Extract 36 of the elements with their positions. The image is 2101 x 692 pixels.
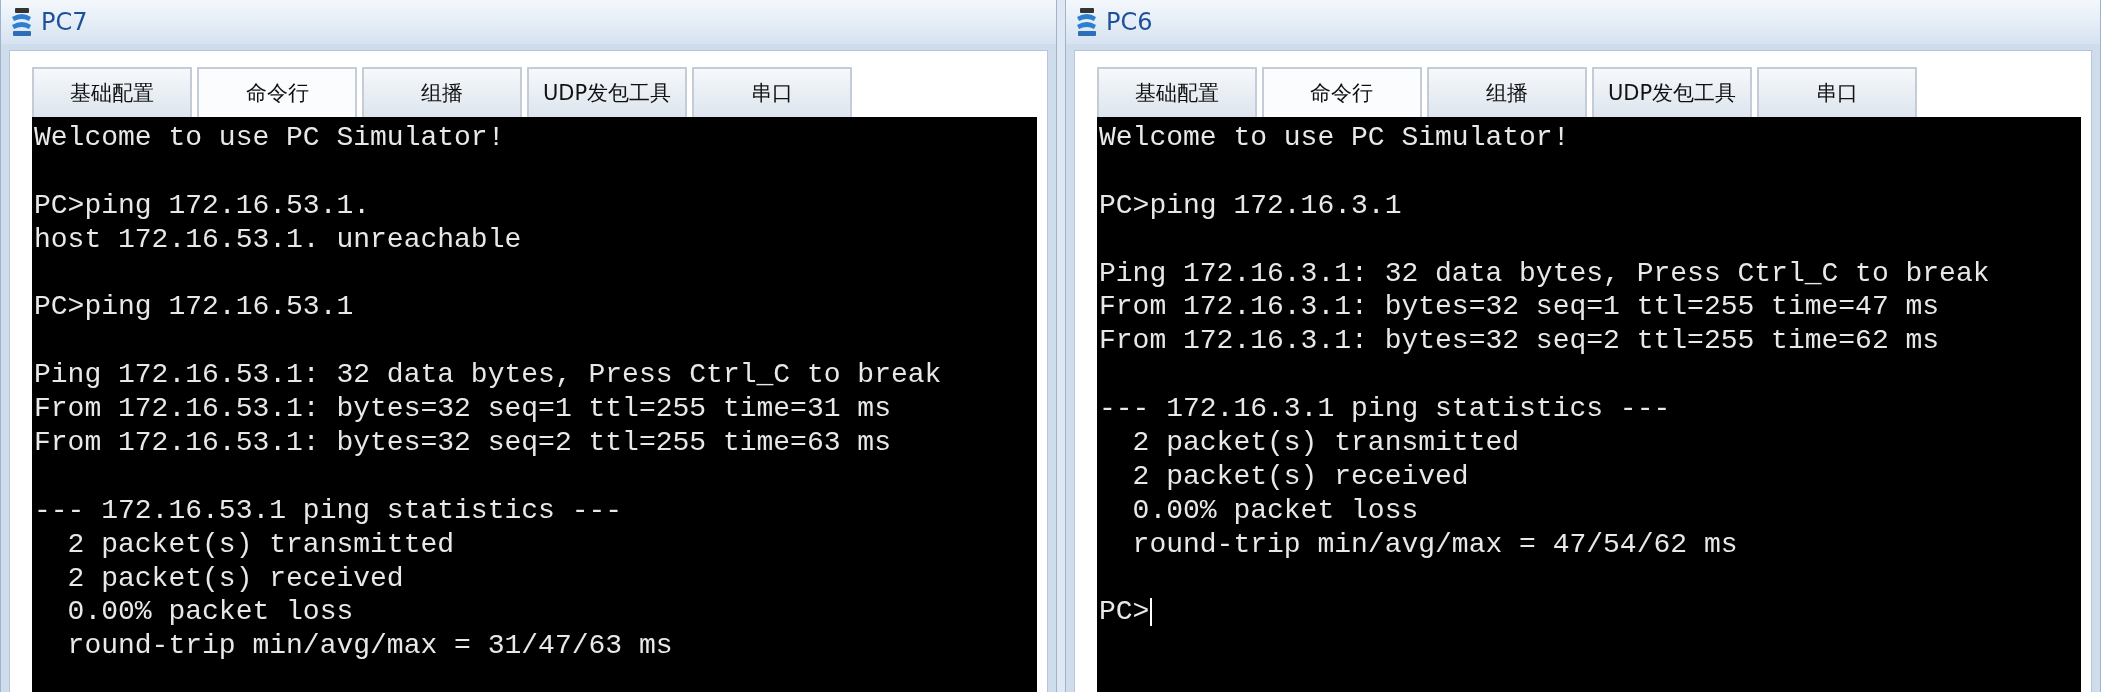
tab[interactable]: 串口 xyxy=(1757,67,1917,117)
terminal-line: 2 packet(s) transmitted xyxy=(1131,426,1520,460)
tab[interactable]: UDP发包工具 xyxy=(1592,67,1752,117)
terminal-line: round-trip min/avg/max = 31/47/63 ms xyxy=(66,629,673,664)
tab[interactable]: 基础配置 xyxy=(32,67,192,117)
terminal-line: PC>ping 172.16.3.1 xyxy=(1099,188,1402,223)
tab[interactable]: 命令行 xyxy=(1262,67,1422,117)
terminal-line: PC> xyxy=(1099,595,1150,630)
terminal-line: From 172.16.3.1: bytes=32 seq=2 ttl=255 time=62 ms xyxy=(1099,324,1940,359)
window-title: PC6 xyxy=(1106,8,1153,36)
terminal-line: host 172.16.53.1. unreachable xyxy=(34,222,522,257)
terminal-line: From 172.16.53.1: bytes=32 seq=2 ttl=255 time=63 ms xyxy=(34,426,891,460)
terminal-line: PC>ping 172.16.53.1. xyxy=(34,188,371,223)
terminal-line: Welcome to use PC Simulator! xyxy=(1099,121,1570,155)
terminal-line: --- 172.16.53.1 ping statistics --- xyxy=(34,493,623,528)
terminal-line: PC>ping 172.16.53.1 xyxy=(34,290,354,325)
terminal-line: 0.00% packet loss xyxy=(66,595,354,630)
terminal-line: Welcome to use PC Simulator! xyxy=(34,121,505,155)
terminal-line: From 172.16.3.1: bytes=32 seq=1 ttl=255 time=47 ms xyxy=(1099,290,1940,325)
terminal-line: 0.00% packet loss xyxy=(1131,493,1419,528)
text-cursor xyxy=(1150,598,1153,627)
terminal-line: Ping 172.16.3.1: 32 data bytes, Press Ctrl_C to break xyxy=(1099,256,1990,291)
terminal-line: round-trip min/avg/max = 47/54/62 ms xyxy=(1131,527,1738,562)
terminal-line: From 172.16.53.1: bytes=32 seq=1 ttl=255 time=31 ms xyxy=(34,392,891,427)
terminal-line: Ping 172.16.53.1: 32 data bytes, Press Ctrl_C to break xyxy=(34,358,942,393)
tab[interactable]: 组播 xyxy=(1427,67,1587,117)
tab[interactable]: 命令行 xyxy=(197,67,357,117)
terminal-line: 2 packet(s) received xyxy=(66,561,404,596)
terminal-line: 2 packet(s) transmitted xyxy=(66,527,455,562)
tab[interactable]: UDP发包工具 xyxy=(527,67,687,117)
tab[interactable]: 组播 xyxy=(362,67,522,117)
tab[interactable]: 基础配置 xyxy=(1097,67,1257,117)
window-title: PC7 xyxy=(41,8,88,36)
tab[interactable]: 串口 xyxy=(692,67,852,117)
terminal-line: --- 172.16.3.1 ping statistics --- xyxy=(1099,392,1671,427)
terminal-line: 2 packet(s) received xyxy=(1131,459,1469,494)
